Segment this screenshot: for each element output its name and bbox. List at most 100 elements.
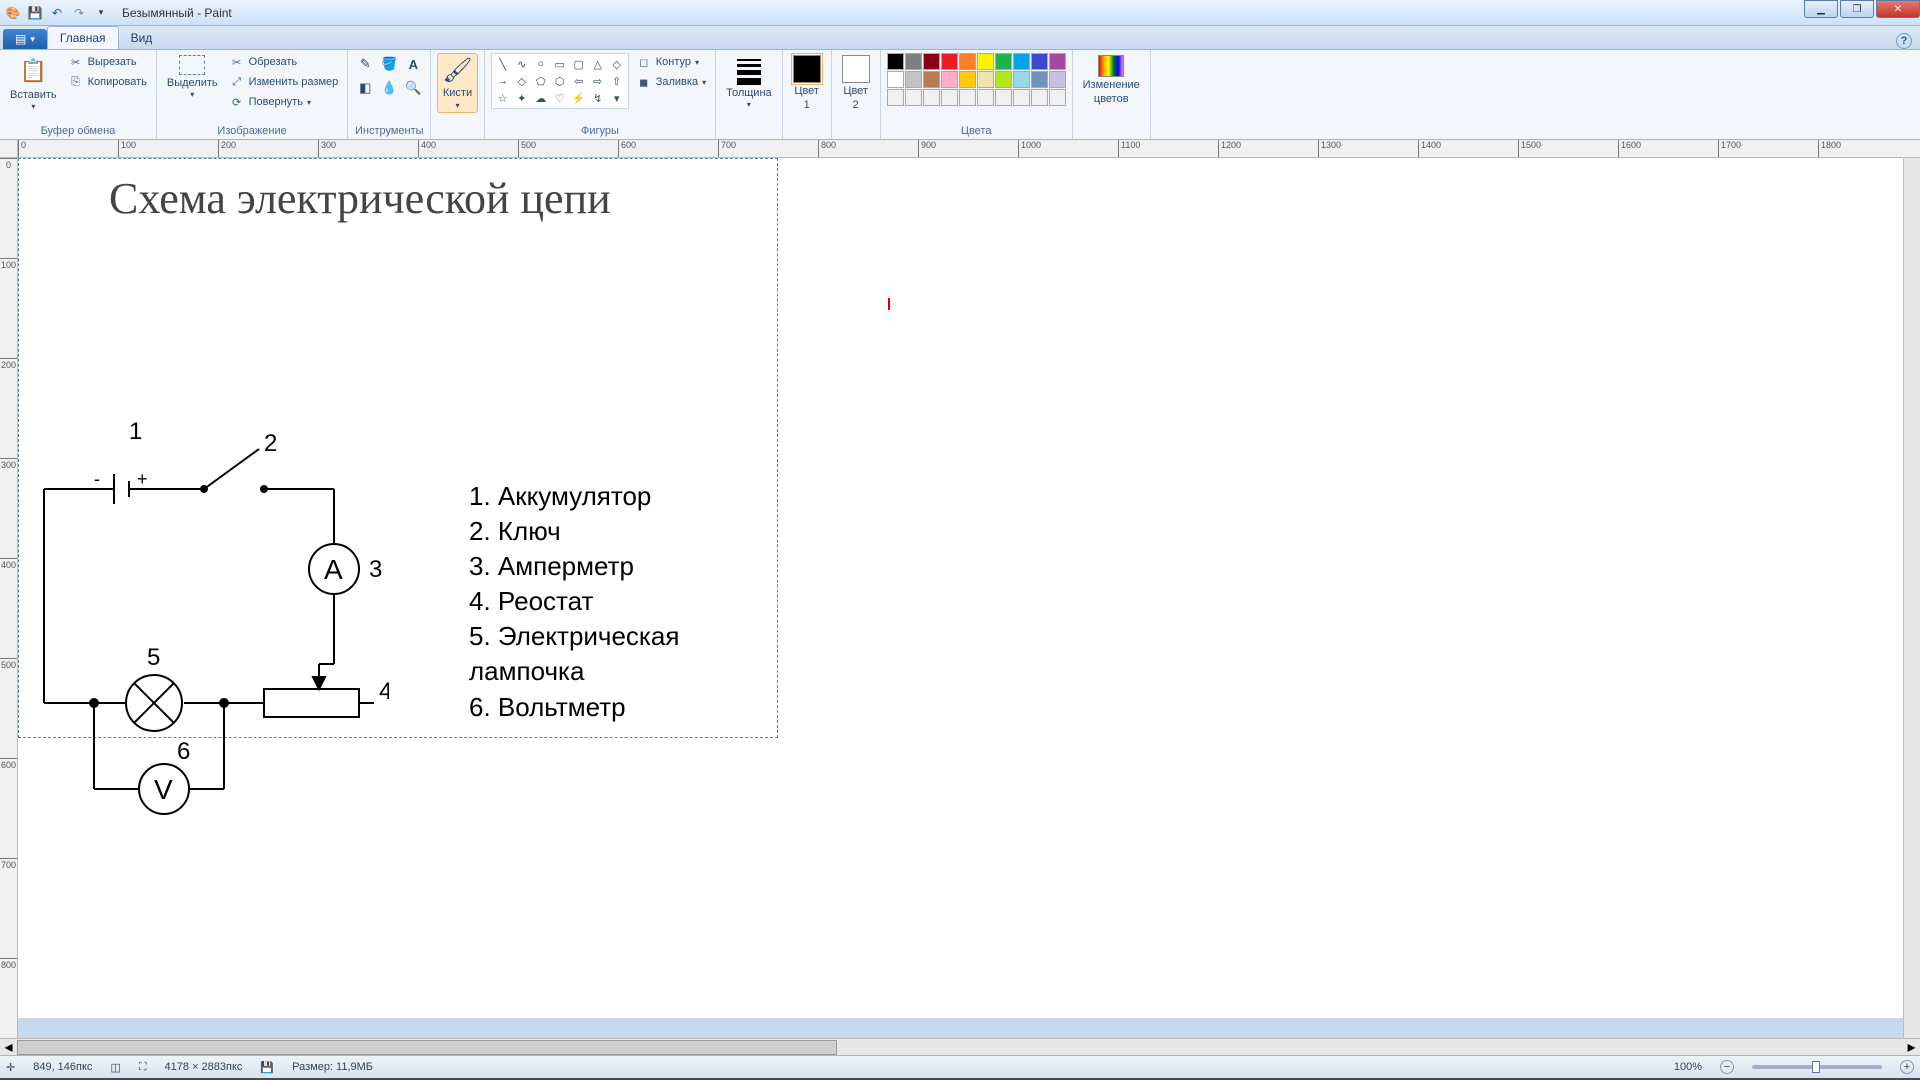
label-V: V — [154, 774, 173, 805]
circuit-diagram: 1 2 3 4 5 6 - + A V — [29, 389, 389, 859]
picker-tool[interactable]: 💧 — [378, 77, 400, 99]
brushes-button[interactable]: 🖌 Кисти ▾ — [437, 53, 477, 113]
group-color2: Цвет 2 — [832, 50, 881, 139]
canvas-area[interactable]: Схема электрической цепи — [18, 158, 1903, 1038]
palette-swatch[interactable] — [977, 53, 994, 70]
maximize-button[interactable]: ❐ — [1840, 0, 1874, 18]
zoom-tool[interactable]: 🔍 — [402, 77, 424, 99]
diagram-title: Схема электрической цепи — [109, 173, 611, 224]
palette-swatch[interactable] — [977, 89, 994, 106]
pasted-image[interactable]: Схема электрической цепи — [18, 158, 778, 738]
group-edit-colors: Изменение цветов — [1073, 50, 1151, 139]
label-4: 4 — [379, 678, 389, 705]
color1-button[interactable]: Цвет 1 — [789, 53, 825, 113]
palette-swatch[interactable] — [887, 53, 904, 70]
filesize-icon: 💾 — [260, 1061, 274, 1074]
palette-swatch[interactable] — [1049, 53, 1066, 70]
file-menu-button[interactable]: ▤▾ — [3, 29, 47, 49]
group-brushes-label — [456, 123, 459, 139]
tab-view[interactable]: Вид — [119, 27, 165, 49]
palette-swatch[interactable] — [941, 71, 958, 88]
palette-swatch[interactable] — [923, 71, 940, 88]
palette-swatch[interactable] — [977, 71, 994, 88]
label-6: 6 — [177, 738, 190, 765]
paste-button[interactable]: 📋 Вставить ▾ — [6, 53, 61, 114]
pencil-tool[interactable]: ✎ — [354, 53, 376, 75]
zoom-slider[interactable] — [1752, 1065, 1882, 1069]
palette-swatch[interactable] — [995, 71, 1012, 88]
fill-shape-button[interactable]: ◼Заливка ▾ — [633, 73, 709, 91]
color1-label1: Цвет — [794, 85, 819, 97]
zoom-in-button[interactable]: + — [1900, 1060, 1914, 1074]
color-palette[interactable] — [887, 53, 1066, 106]
close-button[interactable]: ✕ — [1876, 0, 1920, 18]
copy-icon: ⎘ — [68, 74, 84, 90]
select-label: Выделить — [167, 77, 218, 89]
palette-swatch[interactable] — [905, 53, 922, 70]
palette-swatch[interactable] — [959, 71, 976, 88]
qat-dropdown-icon[interactable]: ▾ — [92, 4, 110, 22]
tab-home[interactable]: Главная — [47, 26, 119, 49]
paste-label: Вставить — [10, 89, 57, 101]
palette-swatch[interactable] — [995, 53, 1012, 70]
palette-swatch[interactable] — [1049, 71, 1066, 88]
crop-button[interactable]: ✂Обрезать — [226, 53, 342, 71]
edit-colors-label2: цветов — [1094, 93, 1129, 105]
fill-tool[interactable]: 🪣 — [378, 53, 400, 75]
shapes-gallery[interactable]: ╲∿○▭▢△◇ →◇⬠⬡⇦⇨⇧ ☆✦☁♡⚡↯▾ — [491, 53, 629, 109]
palette-swatch[interactable] — [923, 89, 940, 106]
scrollbar-horizontal[interactable]: ◂ ▸ — [0, 1038, 1920, 1055]
palette-swatch[interactable] — [887, 89, 904, 106]
resize-icon: ⤢ — [229, 74, 245, 90]
edit-colors-button[interactable]: Изменение цветов — [1079, 53, 1144, 107]
palette-swatch[interactable] — [887, 71, 904, 88]
palette-swatch[interactable] — [1013, 53, 1030, 70]
palette-swatch[interactable] — [923, 53, 940, 70]
palette-swatch[interactable] — [959, 89, 976, 106]
palette-swatch[interactable] — [941, 53, 958, 70]
palette-swatch[interactable] — [995, 89, 1012, 106]
palette-swatch[interactable] — [905, 71, 922, 88]
minimize-button[interactable]: ▁ — [1804, 0, 1838, 18]
color2-button[interactable]: Цвет 2 — [838, 53, 874, 113]
outline-label: Контур — [656, 56, 691, 68]
resize-button[interactable]: ⤢Изменить размер — [226, 73, 342, 91]
palette-swatch[interactable] — [1031, 89, 1048, 106]
outline-button[interactable]: ◻Контур ▾ — [633, 53, 709, 71]
save-icon[interactable]: 💾 — [26, 4, 44, 22]
scrollbar-vertical[interactable] — [1903, 158, 1920, 1038]
help-icon[interactable]: ? — [1896, 33, 1912, 49]
ribbon-tabs: ▤▾ Главная Вид ? — [0, 26, 1920, 50]
palette-swatch[interactable] — [941, 89, 958, 106]
rotate-button[interactable]: ⟳Повернуть ▾ — [226, 93, 342, 111]
palette-swatch[interactable] — [1031, 71, 1048, 88]
label-1: 1 — [129, 418, 142, 445]
thickness-label: Толщина — [726, 87, 772, 99]
palette-swatch[interactable] — [959, 53, 976, 70]
legend: 1. Аккумулятор2. Ключ3. Амперметр4. Реос… — [469, 479, 777, 725]
palette-swatch[interactable] — [905, 89, 922, 106]
palette-swatch[interactable] — [1013, 71, 1030, 88]
cut-button[interactable]: ✂Вырезать — [65, 53, 150, 71]
label-minus: - — [94, 469, 100, 489]
canvas[interactable]: Схема электрической цепи — [18, 158, 1903, 1018]
selection-icon: ◫ — [110, 1061, 120, 1074]
eraser-tool[interactable]: ◧ — [354, 77, 376, 99]
palette-swatch[interactable] — [1049, 89, 1066, 106]
text-tool[interactable]: A — [402, 53, 424, 75]
copy-button[interactable]: ⎘Копировать — [65, 73, 150, 91]
palette-swatch[interactable] — [1031, 53, 1048, 70]
select-button[interactable]: Выделить ▾ — [163, 53, 222, 102]
undo-icon[interactable]: ↶ — [48, 4, 66, 22]
thickness-button[interactable]: Толщина ▾ — [722, 53, 776, 112]
palette-swatch[interactable] — [1013, 89, 1030, 106]
redo-icon[interactable]: ↷ — [70, 4, 88, 22]
crop-label: Обрезать — [249, 56, 298, 68]
group-brushes: 🖌 Кисти ▾ — [431, 50, 484, 139]
zoom-out-button[interactable]: − — [1720, 1060, 1734, 1074]
zoom-value: 100% — [1674, 1061, 1702, 1073]
legend-item: 6. Вольтметр — [469, 690, 777, 725]
brushes-label: Кисти — [443, 87, 472, 99]
group-tools-label: Инструменты — [355, 123, 424, 139]
paste-icon: 📋 — [17, 55, 49, 87]
